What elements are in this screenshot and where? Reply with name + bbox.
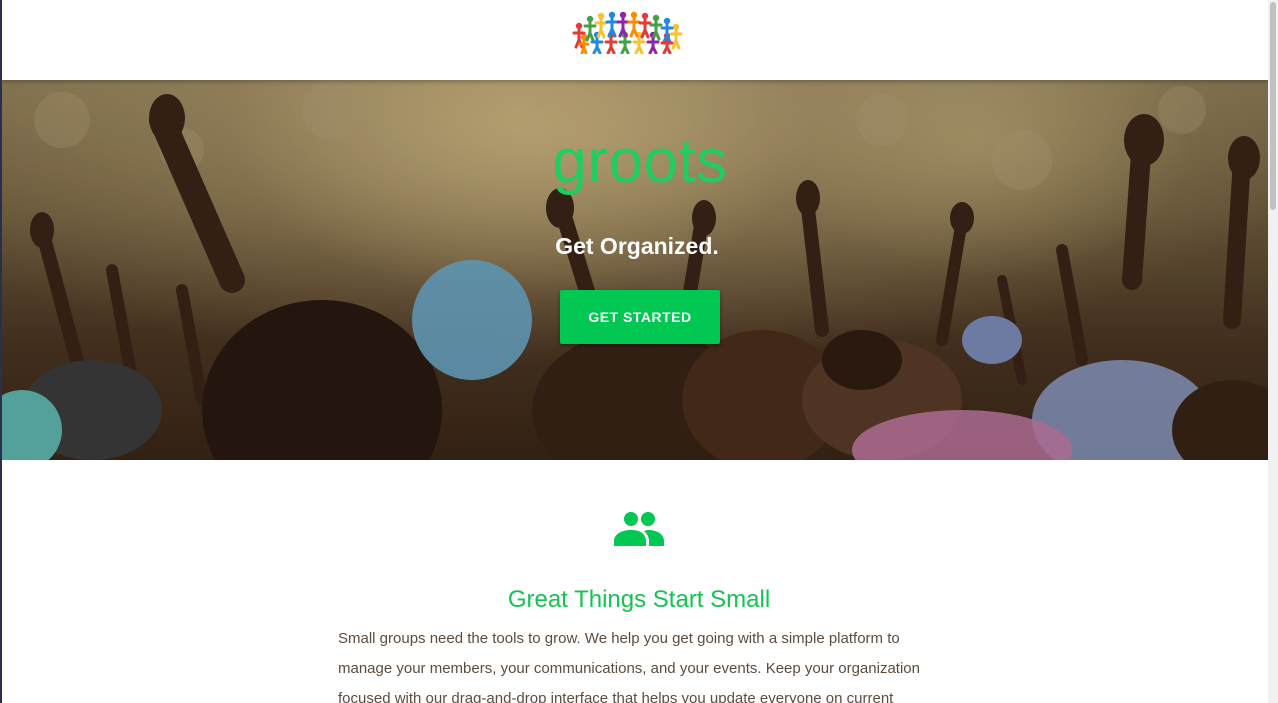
hero-title: groots (552, 127, 728, 196)
page-scrollbar[interactable] (1268, 0, 1278, 703)
section-body: Small groups need the tools to grow. We … (338, 630, 920, 703)
window-edge (0, 0, 2, 703)
people-circle-logo-icon[interactable] (570, 10, 684, 54)
hero-banner: groots Get Organized. GET STARTED (2, 80, 1268, 460)
page: groots Get Organized. GET STARTED Great … (0, 0, 1278, 703)
group-icon (614, 512, 664, 546)
scrollbar-thumb[interactable] (1270, 2, 1276, 210)
section-title: Great Things Start Small (507, 586, 771, 613)
hero-subtitle: Get Organized. (555, 233, 719, 259)
get-started-button[interactable]: GET STARTED (560, 290, 720, 344)
top-header (2, 0, 1268, 80)
